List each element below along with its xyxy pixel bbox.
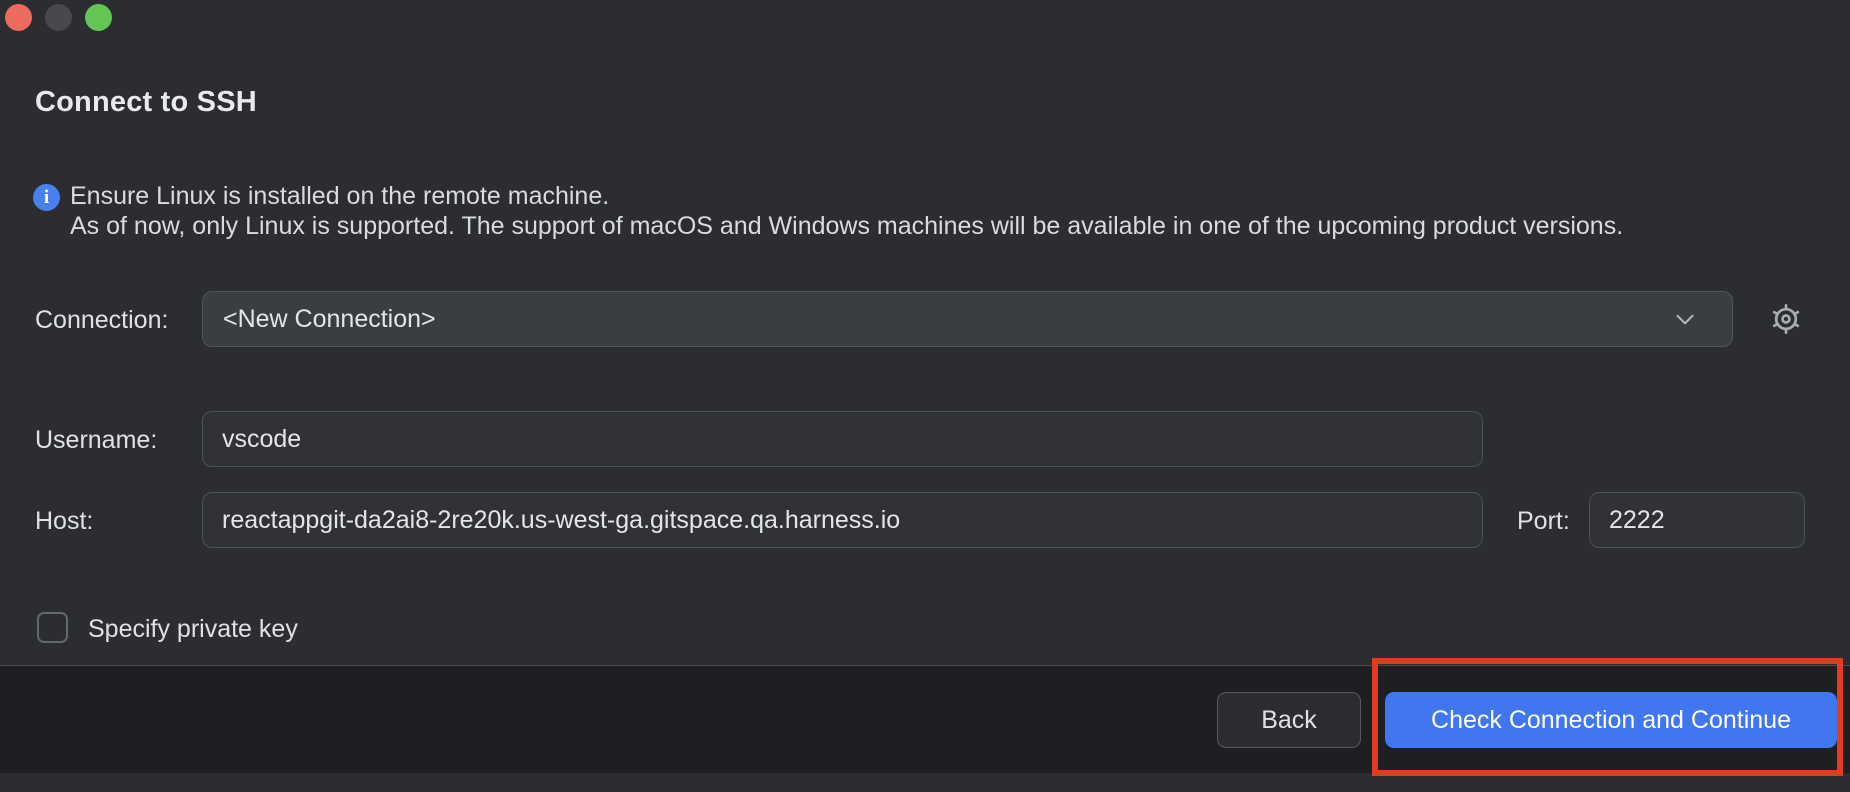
chevron-down-icon [1672,306,1698,332]
specify-private-key-checkbox[interactable] [37,612,68,643]
info-icon: i [33,184,60,211]
minimize-button[interactable] [45,4,72,31]
check-connection-and-continue-button[interactable]: Check Connection and Continue [1385,692,1837,748]
connect-to-ssh-dialog: Connect to SSH i Ensure Linux is install… [0,0,1850,792]
port-field[interactable]: 2222 [1589,492,1805,548]
primary-button-label: Check Connection and Continue [1431,706,1791,735]
host-value: reactappgit-da2ai8-2re20k.us-west-ga.git… [222,506,900,535]
back-button-label: Back [1261,706,1317,735]
page-title: Connect to SSH [35,86,257,119]
connection-dropdown-value: <New Connection> [223,305,1672,334]
maximize-button[interactable] [85,4,112,31]
specify-private-key-label: Specify private key [88,615,298,644]
username-label: Username: [35,426,157,455]
gear-icon[interactable] [1767,300,1805,338]
connection-dropdown[interactable]: <New Connection> [202,291,1733,347]
close-button[interactable] [5,4,32,31]
info-text-line2: As of now, only Linux is supported. The … [70,212,1623,241]
info-text-line1: Ensure Linux is installed on the remote … [70,182,609,211]
connection-label: Connection: [35,306,168,335]
back-button[interactable]: Back [1217,692,1361,748]
username-field[interactable]: vscode [202,411,1483,467]
port-value: 2222 [1609,506,1665,535]
host-label: Host: [35,507,93,536]
username-value: vscode [222,425,301,454]
port-label: Port: [1517,507,1570,536]
host-field[interactable]: reactappgit-da2ai8-2re20k.us-west-ga.git… [202,492,1483,548]
